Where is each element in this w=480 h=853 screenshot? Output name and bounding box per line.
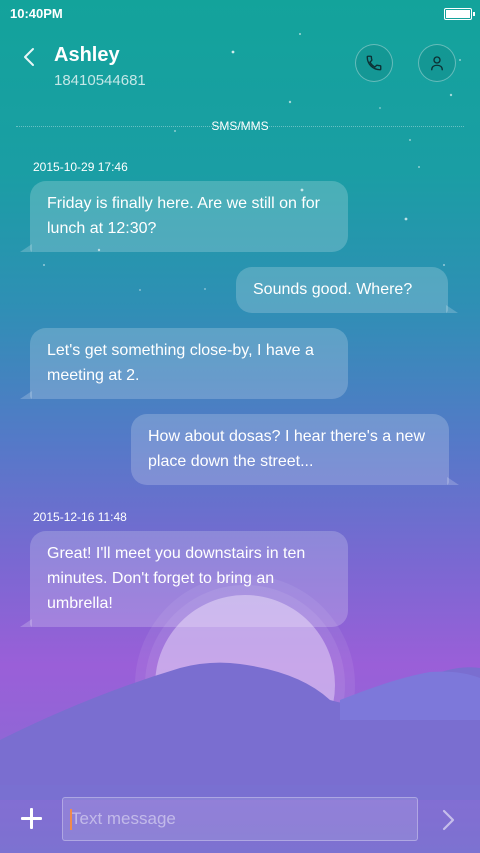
outgoing-message[interactable]: Sounds good. Where? [236,267,458,313]
message-input[interactable] [62,797,418,841]
status-time: 10:40PM [10,6,63,21]
attach-button[interactable] [18,805,46,833]
back-button[interactable] [14,42,44,72]
conversation-header: Ashley 18410544681 [0,28,480,108]
text-cursor [70,809,72,830]
chevron-right-icon [442,809,455,831]
incoming-message[interactable]: Great! I'll meet you downstairs in ten m… [20,531,348,627]
outgoing-message[interactable]: How about dosas? I hear there's a new pl… [131,414,459,485]
message-timestamp: 2015-10-29 17:46 [33,160,128,174]
contact-profile-button[interactable] [418,44,456,82]
contact-number: 18410544681 [54,72,146,89]
contact-name: Ashley [54,44,120,66]
channel-label: SMS/MMS [211,119,269,133]
battery-icon [444,8,475,20]
send-button[interactable] [436,807,462,833]
status-bar: 10:40PM [0,0,480,28]
phone-icon [366,55,382,71]
message-composer [0,785,480,853]
message-timestamp: 2015-12-16 11:48 [33,510,127,524]
call-button[interactable] [355,44,393,82]
chevron-left-icon [24,48,34,66]
incoming-message[interactable]: Let's get something close-by, I have a m… [20,328,348,399]
incoming-message[interactable]: Friday is finally here. Are we still on … [20,181,348,252]
person-icon [431,56,443,71]
